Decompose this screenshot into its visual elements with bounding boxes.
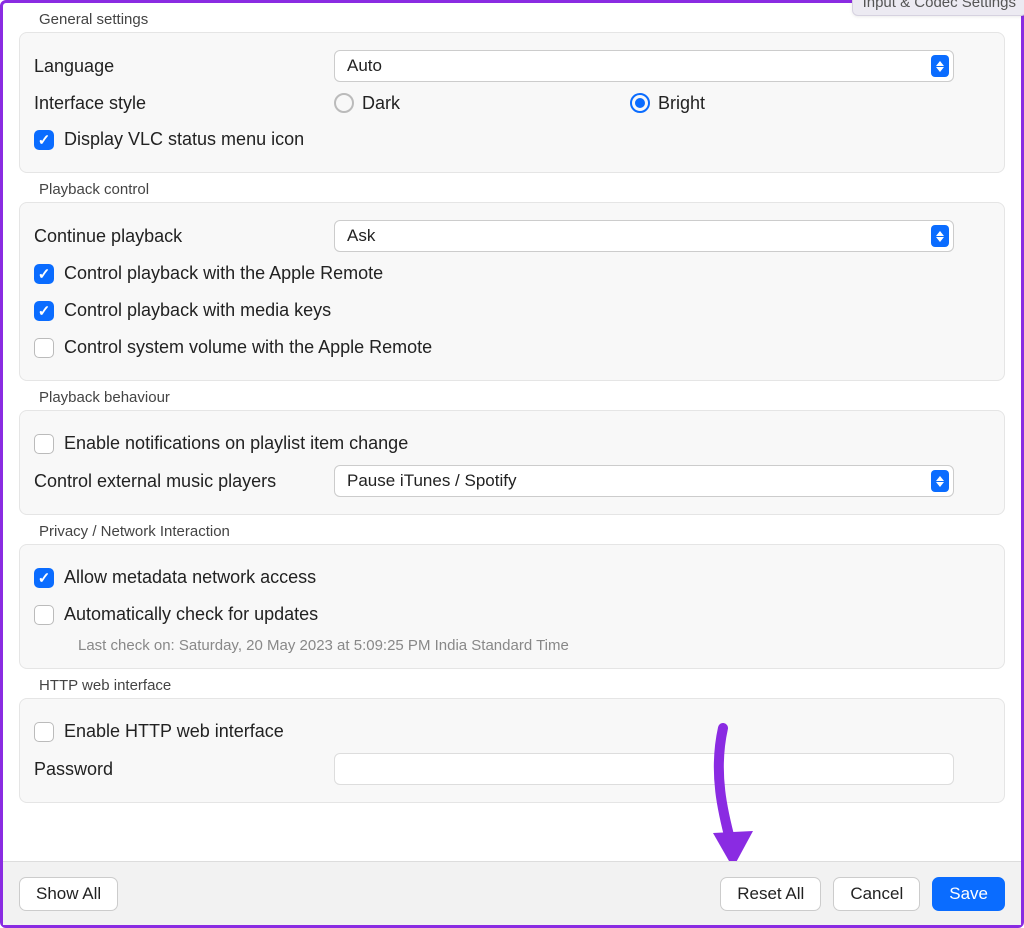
- last-check-text: Last check on: Saturday, 20 May 2023 at …: [78, 637, 994, 654]
- checkbox-system-volume[interactable]: [34, 338, 54, 358]
- checkbox-metadata[interactable]: [34, 568, 54, 588]
- radio-bright[interactable]: [630, 93, 650, 113]
- metadata-label: Allow metadata network access: [64, 567, 316, 588]
- radio-dark-label: Dark: [362, 93, 400, 114]
- updown-icon: [931, 225, 949, 247]
- save-button[interactable]: Save: [932, 877, 1005, 911]
- external-players-value: Pause iTunes / Spotify: [347, 471, 516, 491]
- external-players-label: Control external music players: [34, 471, 334, 492]
- radio-dark[interactable]: [334, 93, 354, 113]
- media-keys-label: Control playback with media keys: [64, 300, 331, 321]
- continue-playback-value: Ask: [347, 226, 375, 246]
- external-players-select[interactable]: Pause iTunes / Spotify: [334, 465, 954, 497]
- panel-privacy: Allow metadata network access Automatica…: [19, 544, 1005, 669]
- panel-general: Language Auto Interface style Dark Brigh…: [19, 32, 1005, 173]
- updown-icon: [931, 55, 949, 77]
- notifications-label: Enable notifications on playlist item ch…: [64, 433, 408, 454]
- interface-style-label: Interface style: [34, 93, 334, 114]
- radio-bright-label: Bright: [658, 93, 705, 114]
- system-volume-label: Control system volume with the Apple Rem…: [64, 337, 432, 358]
- cancel-button[interactable]: Cancel: [833, 877, 920, 911]
- section-playback-control-label: Playback control: [39, 181, 1005, 198]
- checkbox-status-icon[interactable]: [34, 130, 54, 150]
- apple-remote-label: Control playback with the Apple Remote: [64, 263, 383, 284]
- checkbox-media-keys[interactable]: [34, 301, 54, 321]
- section-http-label: HTTP web interface: [39, 677, 1005, 694]
- other-tab-hint: Input & Codec Settings: [852, 0, 1024, 16]
- updown-icon: [931, 470, 949, 492]
- checkbox-http-enable[interactable]: [34, 722, 54, 742]
- continue-playback-label: Continue playback: [34, 226, 334, 247]
- section-playback-behaviour-label: Playback behaviour: [39, 389, 1005, 406]
- panel-http: Enable HTTP web interface Password: [19, 698, 1005, 803]
- checkbox-updates[interactable]: [34, 605, 54, 625]
- checkbox-apple-remote[interactable]: [34, 264, 54, 284]
- http-password-label: Password: [34, 759, 334, 780]
- status-icon-label: Display VLC status menu icon: [64, 129, 304, 150]
- footer-bar: Show All Reset All Cancel Save: [3, 861, 1021, 925]
- http-enable-label: Enable HTTP web interface: [64, 721, 284, 742]
- language-label: Language: [34, 56, 334, 77]
- settings-scroll: General settings Language Auto Interface…: [3, 3, 1021, 859]
- panel-playback-control: Continue playback Ask Control playback w…: [19, 202, 1005, 381]
- checkbox-notifications[interactable]: [34, 434, 54, 454]
- panel-playback-behaviour: Enable notifications on playlist item ch…: [19, 410, 1005, 515]
- continue-playback-select[interactable]: Ask: [334, 220, 954, 252]
- reset-all-button[interactable]: Reset All: [720, 877, 821, 911]
- updates-label: Automatically check for updates: [64, 604, 318, 625]
- language-select[interactable]: Auto: [334, 50, 954, 82]
- http-password-input[interactable]: [334, 753, 954, 785]
- show-all-button[interactable]: Show All: [19, 877, 118, 911]
- section-privacy-label: Privacy / Network Interaction: [39, 523, 1005, 540]
- language-value: Auto: [347, 56, 382, 76]
